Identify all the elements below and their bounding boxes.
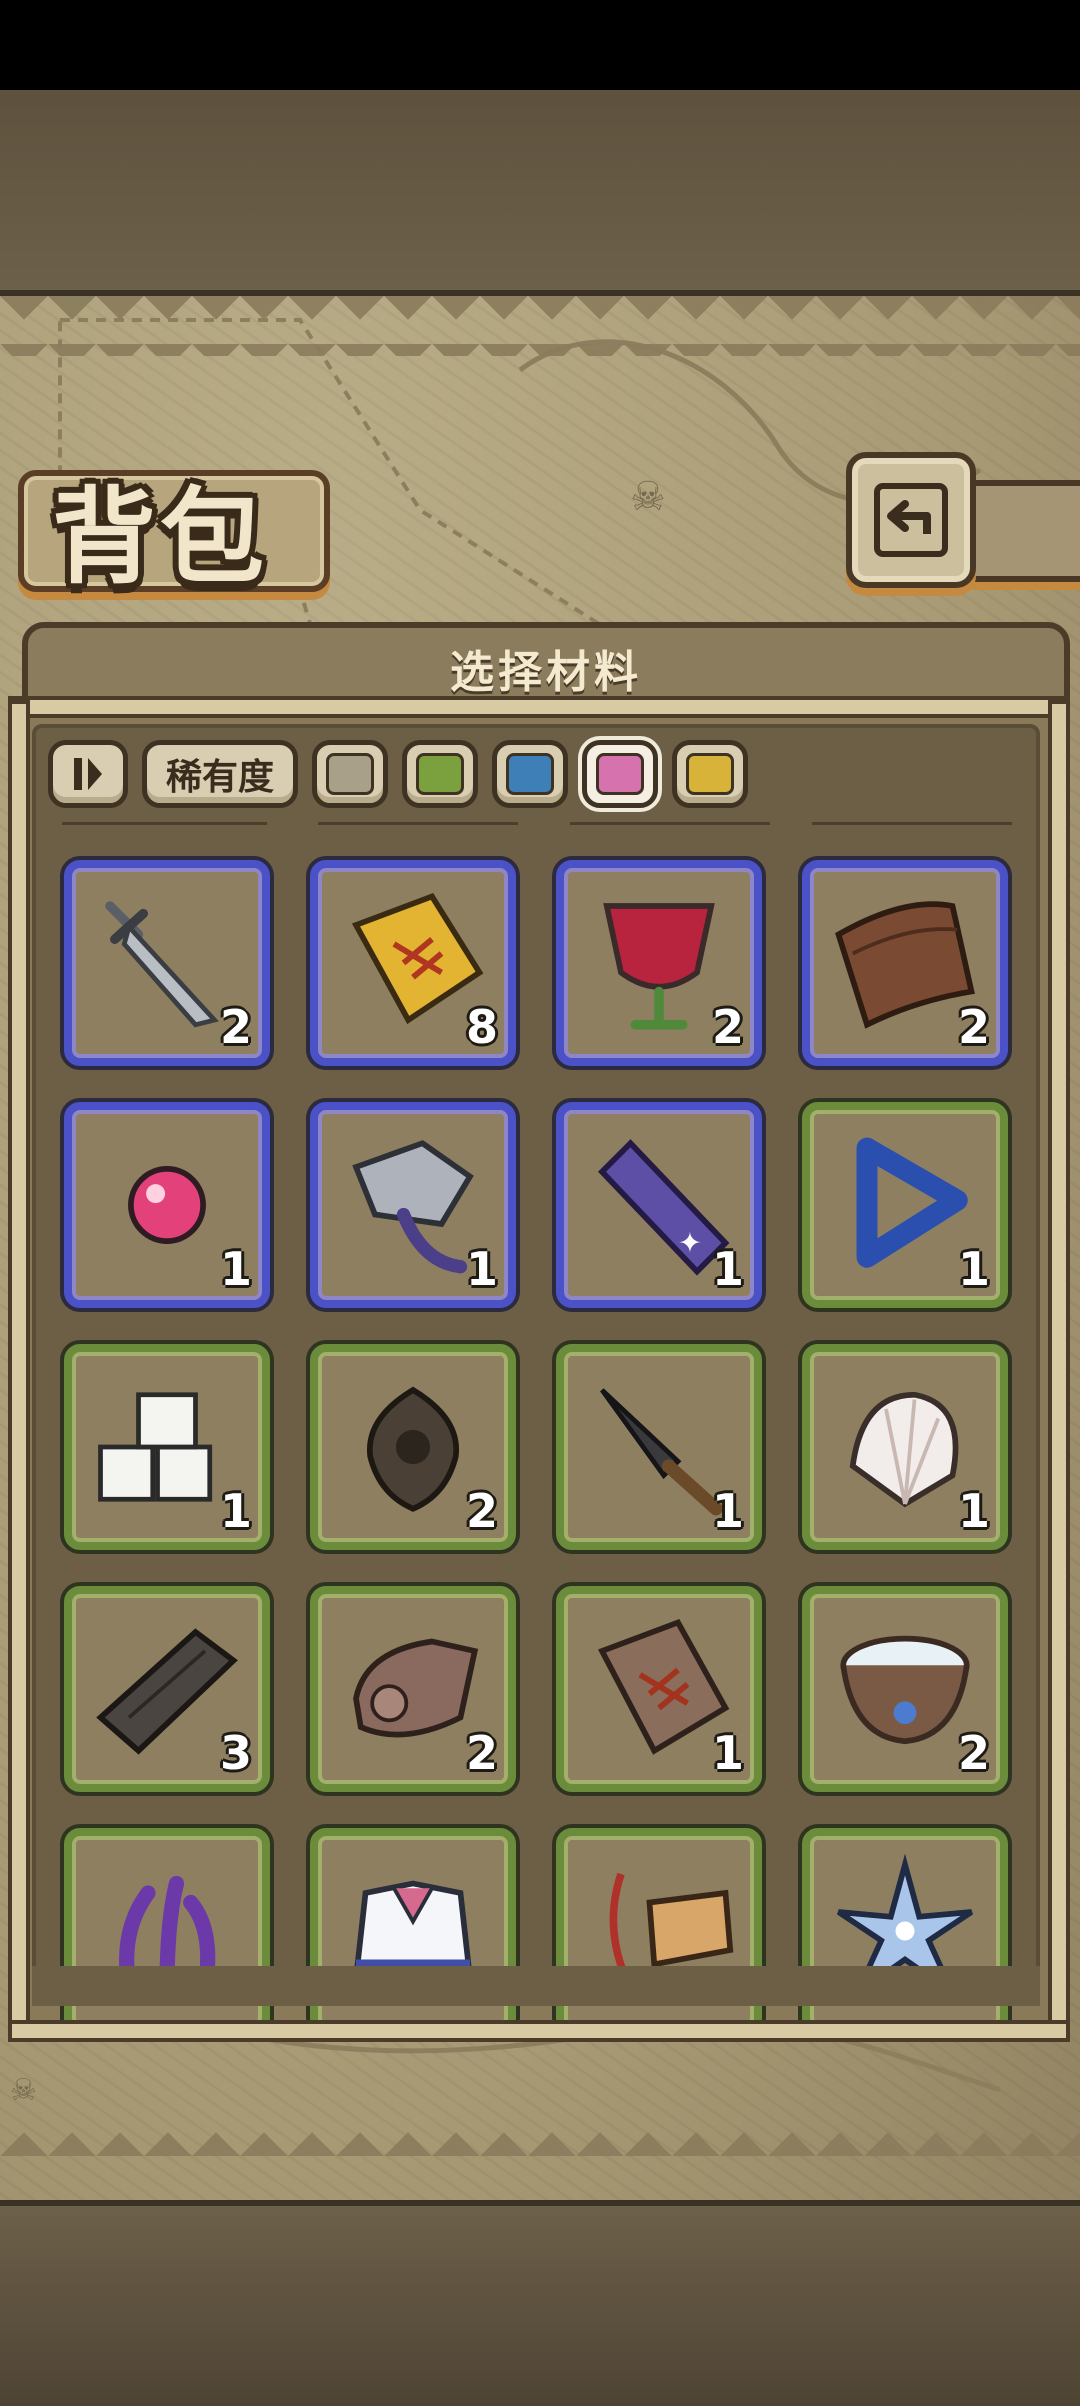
inventory-slot[interactable]: 2 [310,1586,516,1792]
sort-toggle-icon [74,758,102,790]
torn-edge-bottom [0,2108,1080,2168]
item-count: 2 [465,1484,498,1538]
item-count: 2 [711,1000,744,1054]
inventory-slot[interactable]: 1 [802,1344,1008,1550]
item-count: 1 [957,1242,990,1296]
inventory-slot[interactable]: 2 [802,860,1008,1066]
bottom-map-strip [0,2200,1080,2406]
column-divider [62,822,267,825]
color-swatch-gold [686,753,734,795]
column-divider [570,822,770,825]
inventory-slot[interactable]: ✦ 1 [556,1102,762,1308]
item-count: 1 [711,1484,744,1538]
back-arrow-icon [874,483,948,557]
color-swatch-gray [326,753,374,795]
page-title: 背包 [52,475,269,598]
rarity-filter-button[interactable]: 稀有度 [142,740,298,808]
inventory-slot[interactable]: 2 [310,1344,516,1550]
svg-text:☠: ☠ [10,2073,37,2108]
inventory-slot[interactable]: 3 [64,1586,270,1792]
item-count: 1 [957,1484,990,1538]
back-button[interactable] [846,452,976,588]
color-filter-pink[interactable] [582,740,658,808]
item-count: 1 [465,1242,498,1296]
panel-rail-top [8,696,1070,718]
color-swatch-pink [596,753,644,795]
grid-clip [32,1966,1040,2006]
color-swatch-blue [506,753,554,795]
inventory-slot[interactable]: 1 [556,1586,762,1792]
panel-rail-right [1048,700,1070,2038]
color-filter-gray[interactable] [312,740,388,808]
item-count: 1 [711,1726,744,1780]
color-filter-blue[interactable] [492,740,568,808]
inventory-slot[interactable]: 1 [64,1102,270,1308]
item-count: 1 [711,1242,744,1296]
column-divider [812,822,1012,825]
sort-toggle-button[interactable] [48,740,128,808]
inventory-slot[interactable]: 2 [64,860,270,1066]
item-count: 2 [957,1000,990,1054]
inventory-slot[interactable]: 2 [556,860,762,1066]
inventory-slot[interactable]: 2 [802,1586,1008,1792]
filter-row: 稀有度 [48,736,748,812]
inventory-slot[interactable]: 1 [310,1102,516,1308]
inventory-slot[interactable]: 1 [64,1344,270,1550]
color-swatch-green [416,753,464,795]
panel-rail-left [8,700,30,2038]
item-count: 8 [465,1000,498,1054]
svg-text:✦: ✦ [678,1227,702,1260]
top-map-strip [0,90,1080,296]
torn-edge-top [0,296,1080,356]
item-count: 3 [219,1726,252,1780]
status-bar [0,0,1080,90]
svg-text:☠: ☠ [630,474,666,520]
item-count: 1 [219,1484,252,1538]
column-divider [318,822,518,825]
item-count: 1 [219,1242,252,1296]
item-count: 2 [219,1000,252,1054]
rarity-label: 稀有度 [165,757,274,798]
inventory-slot[interactable]: 8 [310,860,516,1066]
inventory-slot[interactable]: 1 [802,1102,1008,1308]
panel-rail-bottom [8,2020,1070,2042]
inventory-slot[interactable]: 1 [556,1344,762,1550]
panel-title: 选择材料 [450,647,642,698]
item-count: 2 [957,1726,990,1780]
color-filter-green[interactable] [402,740,478,808]
back-button-tab [960,480,1080,582]
color-filter-gold[interactable] [672,740,748,808]
item-count: 2 [465,1726,498,1780]
